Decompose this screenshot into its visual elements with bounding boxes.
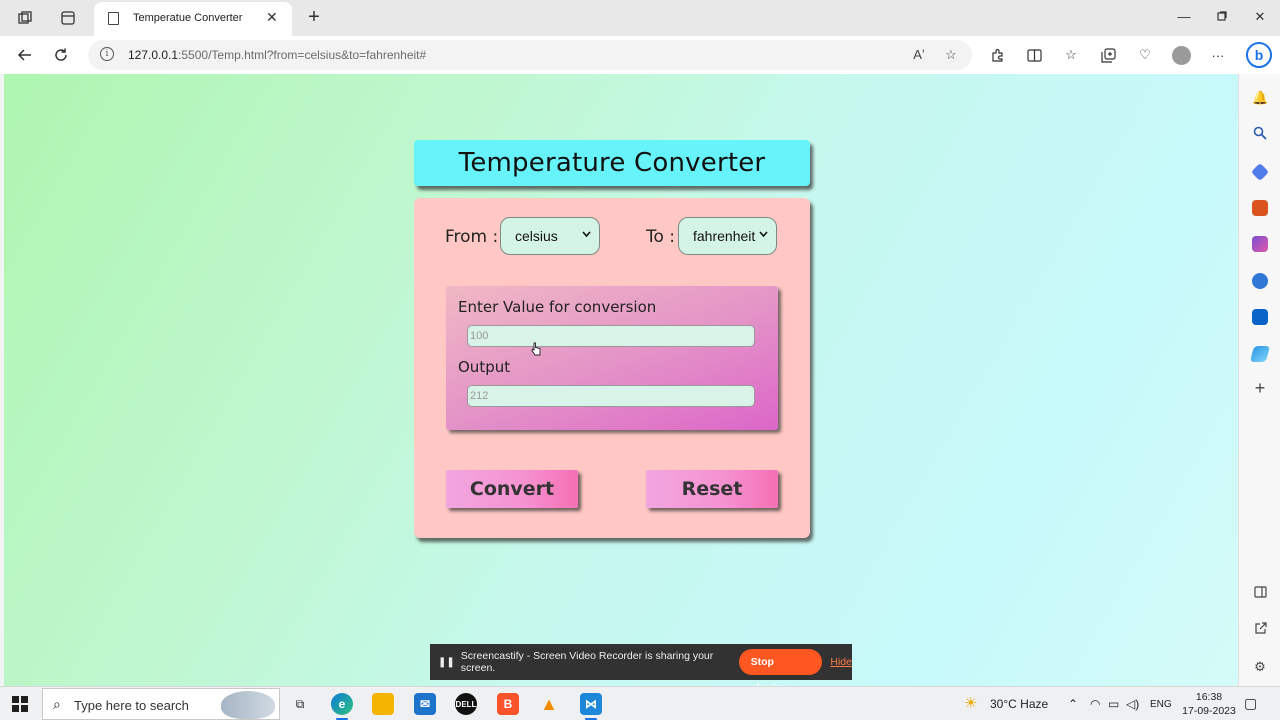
active-tab[interactable]: Temperatue Converter ✕ xyxy=(94,2,292,36)
extensions-icon[interactable] xyxy=(988,46,1006,64)
url-path: :5500/Temp.html?from=celsius&to=fahrenhe… xyxy=(178,48,427,62)
browser-toolbar: i 127.0.0.1:5500/Temp.html?from=celsius&… xyxy=(0,36,1280,74)
minimize-icon[interactable]: — xyxy=(1174,9,1194,24)
microsoft-365-icon[interactable] xyxy=(1252,273,1268,289)
from-label: From : xyxy=(445,227,499,247)
convert-button[interactable]: Convert xyxy=(446,470,578,508)
hide-link[interactable]: Hide xyxy=(830,656,852,668)
split-screen-icon[interactable] xyxy=(1025,46,1043,64)
vscode-icon[interactable]: ⋈ xyxy=(580,693,602,715)
refresh-icon[interactable] xyxy=(50,44,72,66)
favorites-icon[interactable]: ☆ xyxy=(1062,46,1080,64)
url-host: 127.0.0.1 xyxy=(128,48,179,62)
from-unit-value: celsius xyxy=(515,228,558,244)
outlook-icon[interactable] xyxy=(1252,309,1268,325)
pause-icon[interactable]: ❚❚ xyxy=(438,657,455,668)
conversion-panel: Enter Value for conversion 100 Output 21… xyxy=(446,286,778,430)
mail-icon[interactable]: ✉ xyxy=(414,693,436,715)
shopping-tag-icon[interactable] xyxy=(1250,162,1270,182)
wifi-icon[interactable]: ◠ xyxy=(1090,697,1100,711)
search-highlight-image xyxy=(221,691,275,719)
page-favicon-icon xyxy=(108,12,119,25)
input-caption: Enter Value for conversion xyxy=(458,298,657,316)
close-tab-icon[interactable]: ✕ xyxy=(266,9,278,26)
to-unit-value: fahrenheit xyxy=(693,228,756,244)
tools-briefcase-icon[interactable] xyxy=(1252,200,1268,216)
sidebar-search-icon[interactable] xyxy=(1252,126,1268,143)
value-input[interactable]: 100 xyxy=(467,325,755,347)
to-unit-select[interactable]: fahrenheit xyxy=(678,217,777,255)
edge-browser-icon[interactable]: e xyxy=(331,693,353,715)
to-label: To : xyxy=(646,227,676,247)
weather-sun-icon[interactable]: ☀ xyxy=(964,694,977,712)
games-icon[interactable] xyxy=(1252,236,1268,252)
vlc-icon[interactable]: ▲ xyxy=(538,693,560,715)
stop-sharing-button[interactable]: Stop sharing xyxy=(738,649,823,686)
clock-time: 16:38 xyxy=(1195,691,1223,703)
taskbar-search-box[interactable]: ⌕ Type here to search xyxy=(42,688,280,720)
output-caption: Output xyxy=(458,358,511,376)
edge-sidebar: 🔔 + ⚙ xyxy=(1238,74,1280,686)
reset-button[interactable]: Reset xyxy=(646,470,778,508)
windows-taskbar: ⌕ Type here to search ⧉ e ✉ DELL B ▲ ⋈ ☀… xyxy=(0,686,1280,720)
share-message: Screencastify - Screen Video Recorder is… xyxy=(460,650,714,674)
settings-more-icon[interactable]: ··· xyxy=(1209,46,1227,64)
profile-avatar[interactable] xyxy=(1172,46,1191,65)
language-indicator[interactable]: ENG xyxy=(1150,699,1172,710)
hand-cursor-icon xyxy=(531,342,541,356)
screen-share-banner: ❚❚ Screencastify - Screen Video Recorder… xyxy=(430,644,852,686)
dell-icon[interactable]: DELL xyxy=(455,693,477,715)
workspaces-icon[interactable] xyxy=(13,6,37,30)
search-placeholder: Type here to search xyxy=(74,698,189,713)
favorite-star-icon[interactable]: ☆ xyxy=(942,47,960,63)
file-explorer-icon[interactable] xyxy=(372,693,394,715)
maximize-icon[interactable] xyxy=(1212,9,1232,24)
close-window-icon[interactable]: ✕ xyxy=(1250,9,1270,25)
show-hidden-icons-icon[interactable]: ⌃ xyxy=(1068,697,1078,711)
battery-icon[interactable]: ▭ xyxy=(1108,697,1119,711)
search-icon: ⌕ xyxy=(53,696,61,712)
drop-send-icon[interactable] xyxy=(1249,346,1271,362)
sidebar-settings-gear-icon[interactable]: ⚙ xyxy=(1252,659,1268,675)
app-title-banner: Temperature Converter xyxy=(414,140,810,186)
tab-actions-icon[interactable] xyxy=(56,6,80,30)
back-arrow-icon[interactable] xyxy=(14,44,36,66)
weather-text[interactable]: 30°C Haze xyxy=(990,697,1048,711)
add-sidebar-app-icon[interactable]: + xyxy=(1251,378,1269,399)
site-info-icon[interactable]: i xyxy=(100,47,114,61)
external-link-icon[interactable] xyxy=(1252,622,1268,638)
browser-tab-bar: Temperatue Converter ✕ + — ✕ xyxy=(0,0,1280,36)
tab-title: Temperatue Converter xyxy=(133,12,243,24)
hide-sidebar-icon[interactable] xyxy=(1252,586,1268,601)
chevron-down-icon xyxy=(759,229,768,240)
windows-start-icon[interactable] xyxy=(12,696,28,712)
bing-copilot-icon[interactable]: b xyxy=(1246,42,1272,68)
brave-browser-icon[interactable]: B xyxy=(497,693,519,715)
volume-icon[interactable]: ◁) xyxy=(1126,697,1139,711)
taskbar-clock[interactable]: 16:38 17-09-2023 xyxy=(1180,690,1238,718)
address-bar[interactable]: i 127.0.0.1:5500/Temp.html?from=celsius&… xyxy=(88,40,972,70)
notification-center-icon[interactable]: ▢ xyxy=(1244,695,1257,712)
url-text: 127.0.0.1:5500/Temp.html?from=celsius&to… xyxy=(128,48,426,62)
converter-card: From : celsius To : fahrenheit Enter Val… xyxy=(414,198,810,538)
new-tab-icon[interactable]: + xyxy=(304,6,324,29)
clock-date: 17-09-2023 xyxy=(1182,705,1236,717)
notifications-bell-icon[interactable]: 🔔 xyxy=(1252,90,1268,106)
read-aloud-icon[interactable]: Aʼ xyxy=(910,47,928,62)
from-unit-select[interactable]: celsius xyxy=(500,217,600,255)
chevron-down-icon xyxy=(582,229,591,240)
collections-icon[interactable] xyxy=(1099,46,1117,64)
output-field: 212 xyxy=(467,385,755,407)
browser-essentials-icon[interactable]: ♡ xyxy=(1136,46,1154,64)
task-view-icon[interactable]: ⧉ xyxy=(289,693,311,715)
page-title: Temperature Converter xyxy=(458,148,766,178)
page-viewport: Temperature Converter From : celsius To … xyxy=(4,74,1238,686)
